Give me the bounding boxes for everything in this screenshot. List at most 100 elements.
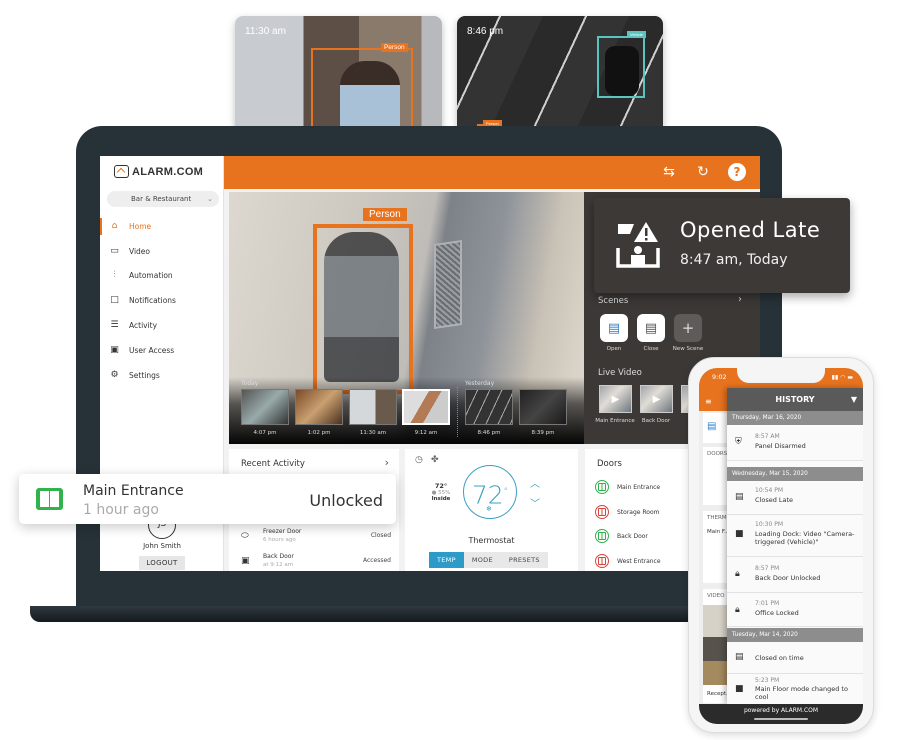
chevron-right-icon[interactable]: › (385, 456, 389, 469)
activity-status: Closed (370, 532, 391, 539)
filter-icon[interactable]: ▼ (851, 388, 857, 411)
door-unlocked-icon (595, 529, 609, 543)
sidebar-item-label: Automation (129, 271, 173, 281)
user-name: John Smith (143, 542, 181, 550)
storefront-open-icon: ▤ (600, 314, 628, 342)
sidebar-item-user-access[interactable]: ▣ User Access (100, 338, 224, 363)
event-text: Back Door Unlocked (755, 574, 821, 582)
sidebar-item-settings[interactable]: ⚙ Settings (100, 363, 224, 388)
location-select[interactable]: Bar & Restaurant ⌄ (107, 191, 219, 207)
refresh-icon[interactable]: ↻ (694, 163, 712, 181)
history-row[interactable]: ⛨ 8:57 AM Panel Disarmed (727, 425, 863, 461)
temp-up-button[interactable]: ︿ (530, 475, 540, 490)
history-row[interactable]: 🔒︎ 8:57 PM Back Door Unlocked (727, 557, 863, 593)
timeline-clip[interactable] (349, 389, 397, 425)
opened-late-notification[interactable]: Opened Late 8:47 am, Today (594, 198, 850, 293)
plus-icon: + (674, 314, 702, 342)
activity-time: at 9:12 am (263, 562, 294, 568)
timeline-clip[interactable] (295, 389, 343, 425)
logo-mark-icon (114, 165, 129, 178)
door-vent (434, 240, 462, 329)
timeline-divider (457, 387, 458, 437)
door-row[interactable]: West Entrance (595, 549, 661, 571)
thermostat-icon: ■ (735, 684, 744, 694)
video-label: VIDEO (707, 593, 725, 599)
lock-icon: 🔒︎ (735, 569, 740, 579)
play-icon: ▶ (611, 393, 620, 405)
timeline-clip[interactable] (519, 389, 567, 425)
home-icon: ⌂ (111, 220, 118, 231)
activity-name: Freezer Door (263, 528, 302, 535)
door-name: West Entrance (617, 557, 661, 565)
door-row[interactable]: Back Door (595, 524, 648, 548)
sidebar-item-home[interactable]: ⌂ Home (100, 214, 224, 239)
door-row[interactable]: Storage Room (595, 500, 659, 524)
logout-button[interactable]: LOGOUT (139, 556, 185, 570)
notification-icon: □ (110, 295, 119, 306)
history-row[interactable]: ■ 5:23 PM Main Floor mode changed to coo… (727, 674, 863, 704)
storefront-open-icon: ▤ (707, 421, 717, 432)
sidebar-item-label: Notifications (129, 296, 176, 306)
vehicle-detection-label: Vehicle (627, 31, 646, 38)
door-unlocked-notification[interactable]: Main Entrance 1 hour ago Unlocked (19, 474, 396, 524)
history-row[interactable]: 🔒︎ 7:01 PM Office Locked (727, 593, 863, 627)
history-header: HISTORY ▼ (727, 388, 863, 411)
scene-label: New Scene (672, 346, 704, 352)
scene-open-button[interactable]: ▤ Open (594, 314, 634, 352)
history-title: HISTORY (775, 395, 815, 404)
history-row[interactable]: ▤ Closed on time (727, 642, 863, 674)
badge-icon: ▣ (110, 344, 119, 355)
timeline-day-today: Today (241, 380, 259, 387)
history-panel: HISTORY ▼ Thursday, Mar 16, 2020 ⛨ 8:57 … (727, 388, 863, 704)
history-day-header: Wednesday, Mar 15, 2020 (727, 467, 863, 481)
tab-mode[interactable]: MODE (464, 552, 501, 568)
hamburger-menu-icon[interactable]: ≡ (705, 397, 712, 406)
temp-down-button[interactable]: ﹀ (530, 495, 540, 510)
door-name: Back Door (617, 532, 648, 540)
signpost-icon[interactable]: ⇆ (660, 163, 678, 181)
schedule-icon[interactable]: ◷ (415, 455, 423, 465)
sidebar-item-label: Settings (129, 370, 160, 380)
sidebar-item-notifications[interactable]: □ Notifications (100, 288, 224, 313)
sidebar-item-automation[interactable]: ⫶ Automation (100, 264, 224, 289)
history-row[interactable]: ■ 10:30 PM Loading Dock: Video "Camera-t… (727, 515, 863, 557)
live-video-back-door[interactable]: ▶ (640, 385, 673, 413)
sliders-icon: ⫶ (113, 270, 116, 281)
contact-sensor-icon: ⬭ (241, 531, 249, 541)
sidebar-item-video[interactable]: ▭ Video (100, 239, 224, 264)
thermostat-mode-tabs: TEMP MODE PRESETS (429, 552, 548, 568)
activity-row[interactable]: ⬭ Freezer Door 6 hours ago Closed (241, 528, 391, 552)
scenes-chevron-right-icon[interactable]: › (738, 294, 742, 305)
help-icon[interactable]: ? (728, 163, 746, 181)
door-row[interactable]: Main Entrance (595, 475, 660, 499)
timeline-clip-selected[interactable] (402, 389, 450, 425)
degree-symbol: ° (503, 487, 509, 497)
clip-timeline: Today Yesterday 4:07 pm 1:02 pm 11:30 am… (229, 377, 584, 444)
door-locked-icon (595, 505, 609, 519)
sidebar-item-label: User Access (129, 345, 175, 355)
activity-status: Accessed (362, 557, 391, 564)
event-time: 8:57 PM (755, 565, 780, 572)
setpoint-dial[interactable]: 72° ❄ (463, 465, 517, 519)
fan-icon[interactable]: ✤ (431, 455, 439, 465)
history-day-header: Tuesday, Mar 14, 2020 (727, 628, 863, 642)
live-video-main-entrance[interactable]: ▶ (599, 385, 632, 413)
sidebar-item-label: Home (129, 221, 152, 231)
timeline-clip[interactable] (465, 389, 513, 425)
new-scene-button[interactable]: + New Scene (668, 314, 708, 352)
activity-icon: ☰ (110, 320, 119, 331)
event-time: 5:23 PM (755, 677, 780, 684)
play-icon: ▶ (652, 393, 661, 405)
sidebar-item-activity[interactable]: ☰ Activity (100, 313, 224, 338)
tab-presets[interactable]: PRESETS (501, 552, 548, 568)
event-time: 10:30 PM (755, 521, 783, 528)
history-row[interactable]: ▤ 10:54 PM Closed Late (727, 481, 863, 515)
main-video-player[interactable]: Person Today Yesterday 4:07 pm 1:02 pm 1… (229, 192, 584, 444)
phone-frame: 9:02 ▮▮ ◠ ▬ ≡ ▤ DOORS THERMOSTAT Main F.… (688, 357, 874, 733)
scene-close-button[interactable]: ▤ Close (631, 314, 671, 352)
activity-row[interactable]: ▣ Back Door at 9:12 am Accessed (241, 553, 391, 571)
timeline-clip[interactable] (241, 389, 289, 425)
video-camera-icon: ■ (735, 529, 744, 539)
tab-temp[interactable]: TEMP (429, 552, 464, 568)
clip-time: 4:07 pm (253, 430, 277, 436)
